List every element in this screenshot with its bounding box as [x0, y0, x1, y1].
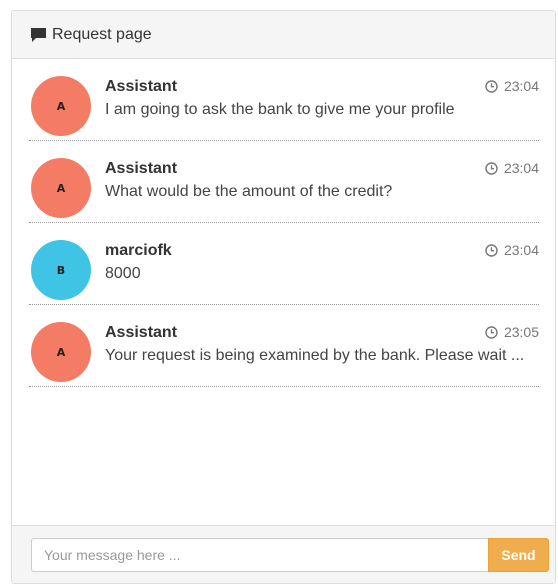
message-header: Assistant 23:04 [105, 78, 539, 96]
message-input-group: Send [31, 537, 549, 572]
clock-icon [485, 243, 498, 257]
message-item: A Assistant 23:04 What would be the amou… [29, 141, 539, 223]
message-time: 23:04 [485, 78, 539, 94]
panel-header: Request page [12, 11, 555, 59]
message-list: A Assistant 23:04 I am going to ask the … [12, 59, 555, 387]
page-title: Request page [52, 25, 152, 43]
avatar: B [31, 240, 91, 300]
clock-icon [485, 79, 498, 93]
message-time: 23:05 [485, 324, 539, 340]
avatar: A [31, 76, 91, 136]
message-content: Assistant 23:05 Your request is being ex… [105, 322, 539, 386]
message-text: Your request is being examined by the ba… [105, 347, 525, 364]
message-time: 23:04 [485, 242, 539, 258]
message-author: marciofk [105, 242, 172, 259]
message-header: Assistant 23:04 [105, 160, 539, 178]
message-text: 8000 [105, 265, 141, 282]
message-time-text: 23:04 [503, 78, 539, 94]
message-content: Assistant 23:04 I am going to ask the ba… [105, 76, 539, 140]
comment-icon [30, 27, 47, 43]
panel-footer: Send [12, 525, 555, 583]
message-content: marciofk 23:04 8000 [105, 240, 539, 304]
chat-body[interactable]: A Assistant 23:04 I am going to ask the … [12, 59, 555, 525]
avatar: A [31, 322, 91, 382]
message-time-text: 23:04 [503, 160, 539, 176]
message-time-text: 23:05 [503, 324, 539, 340]
avatar: A [31, 158, 91, 218]
chat-panel: Request page A Assistant 23:04 I am goin… [11, 10, 556, 584]
message-author: Assistant [105, 160, 178, 177]
message-item: A Assistant 23:04 I am going to ask the … [29, 59, 539, 141]
message-author: Assistant [105, 78, 178, 95]
message-header: Assistant 23:05 [105, 324, 539, 342]
clock-icon [485, 161, 498, 175]
message-author: Assistant [105, 324, 178, 341]
message-time-text: 23:04 [503, 242, 539, 258]
message-text: I am going to ask the bank to give me yo… [105, 101, 455, 118]
message-header: marciofk 23:04 [105, 242, 539, 260]
message-item: B marciofk 23:04 8000 [29, 223, 539, 305]
send-button[interactable]: Send [488, 537, 549, 572]
message-time: 23:04 [485, 160, 539, 176]
clock-icon [485, 325, 498, 339]
message-item: A Assistant 23:05 Your request is being … [29, 305, 539, 387]
message-input[interactable] [31, 537, 488, 572]
message-text: What would be the amount of the credit? [105, 183, 393, 200]
message-content: Assistant 23:04 What would be the amount… [105, 158, 539, 222]
